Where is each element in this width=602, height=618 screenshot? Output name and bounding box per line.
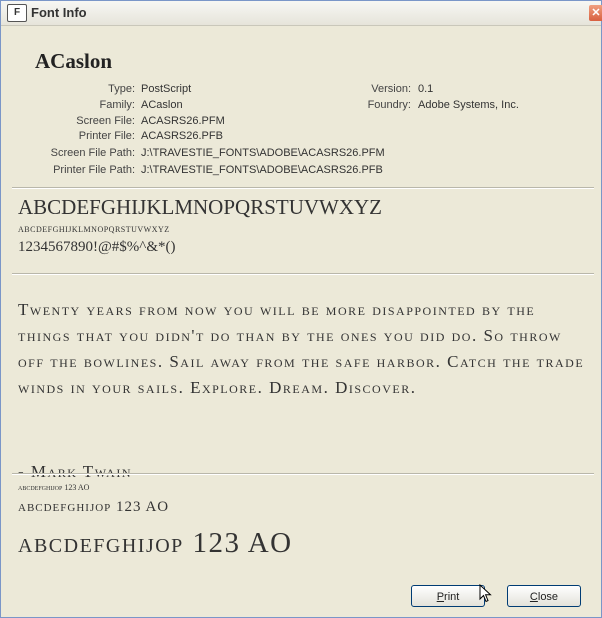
screen-file-label: Screen File: bbox=[76, 115, 135, 127]
quote-author: - Mark Twain bbox=[18, 462, 133, 481]
foundry-value: Adobe Systems, Inc. bbox=[418, 99, 519, 111]
print-button[interactable]: Print bbox=[411, 585, 485, 607]
printer-file-value: ACASRS26.PFB bbox=[141, 130, 223, 142]
font-info-panel: ACaslon Type: PostScript Version: 0.1 Fa… bbox=[8, 27, 594, 611]
printer-file-label: Printer File: bbox=[78, 130, 135, 142]
title-bar[interactable]: F Font Info ✕ bbox=[1, 1, 602, 26]
version-value: 0.1 bbox=[418, 83, 434, 95]
screen-file-value: ACASRS26.PFM bbox=[141, 115, 225, 127]
close-label: lose bbox=[537, 591, 559, 603]
font-info-window: F Font Info ✕ ACaslon Type: PostScript V… bbox=[0, 0, 602, 618]
size-sample-medium: abcdefghijop 123 AO bbox=[18, 499, 170, 515]
family-value: ACaslon bbox=[141, 99, 183, 111]
type-label: Type: bbox=[108, 83, 135, 95]
close-icon[interactable]: ✕ bbox=[589, 5, 602, 21]
screen-path-value: J:\TRAVESTIE_FONTS\ADOBE\ACASRS26.PFM bbox=[141, 147, 385, 159]
close-hotkey: C bbox=[529, 591, 538, 603]
printer-path-label: Printer File Path: bbox=[53, 164, 135, 176]
type-value: PostScript bbox=[141, 83, 192, 95]
family-label: Family: bbox=[99, 99, 135, 111]
version-label: Version: bbox=[371, 83, 411, 95]
sample-quote: Twenty years from now you will be more d… bbox=[18, 300, 585, 397]
window-title: Font Info bbox=[31, 5, 87, 20]
size-sample-large: abcdefghijop 123 AO bbox=[18, 527, 293, 559]
print-label: rint bbox=[444, 591, 460, 603]
print-hotkey: P bbox=[436, 591, 445, 603]
uppercase-sample: ABCDEFGHIJKLMNOPQRSTUVWXYZ bbox=[18, 195, 383, 219]
separator bbox=[12, 187, 594, 189]
printer-path-value: J:\TRAVESTIE_FONTS\ADOBE\ACASRS26.PFB bbox=[141, 164, 383, 176]
numbers-sample: 1234567890!@#$%^&*() bbox=[18, 239, 176, 255]
font-name-heading: ACaslon bbox=[35, 49, 113, 73]
screen-path-label: Screen File Path: bbox=[50, 147, 135, 159]
smallcaps-sample: abcdefghijklmnopqrstuvwxyz bbox=[18, 223, 170, 235]
separator bbox=[12, 273, 594, 275]
close-button[interactable]: Close bbox=[507, 585, 581, 607]
mouse-cursor-icon bbox=[479, 584, 492, 603]
foundry-label: Foundry: bbox=[367, 99, 411, 111]
size-sample-small: abcdefghijop 123 AO bbox=[18, 483, 90, 492]
separator bbox=[12, 473, 594, 475]
font-app-icon: F bbox=[7, 4, 27, 22]
